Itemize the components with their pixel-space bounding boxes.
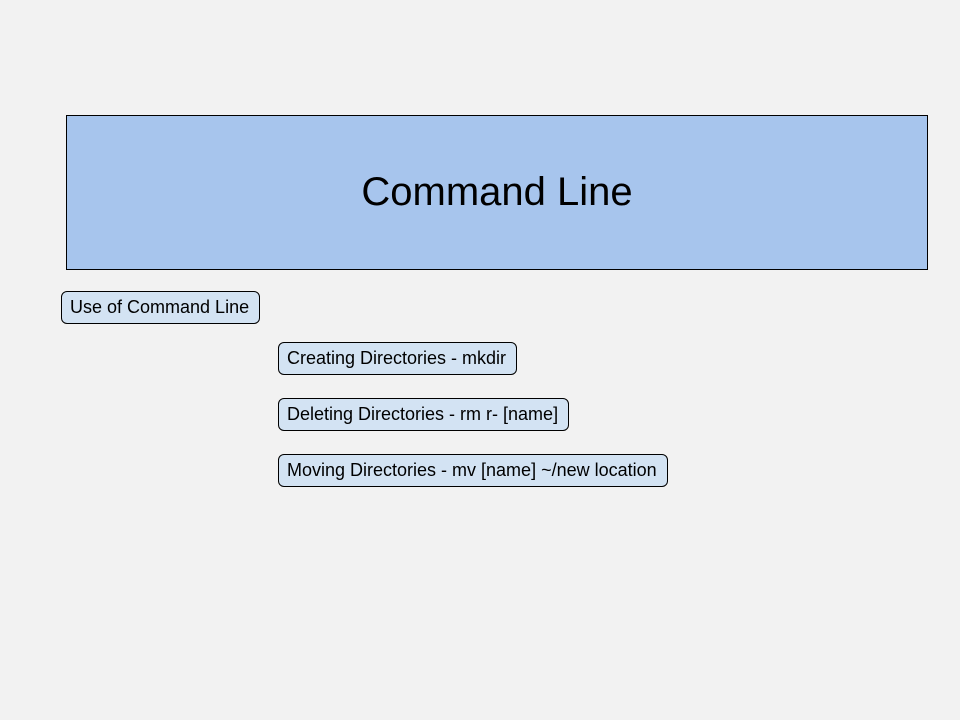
- node-create: Creating Directories - mkdir: [278, 342, 517, 375]
- node-delete: Deleting Directories - rm r- [name]: [278, 398, 569, 431]
- node-use: Use of Command Line: [61, 291, 260, 324]
- title-box: Command Line: [66, 115, 928, 270]
- title-text: Command Line: [361, 170, 632, 215]
- node-move: Moving Directories - mv [name] ~/new loc…: [278, 454, 668, 487]
